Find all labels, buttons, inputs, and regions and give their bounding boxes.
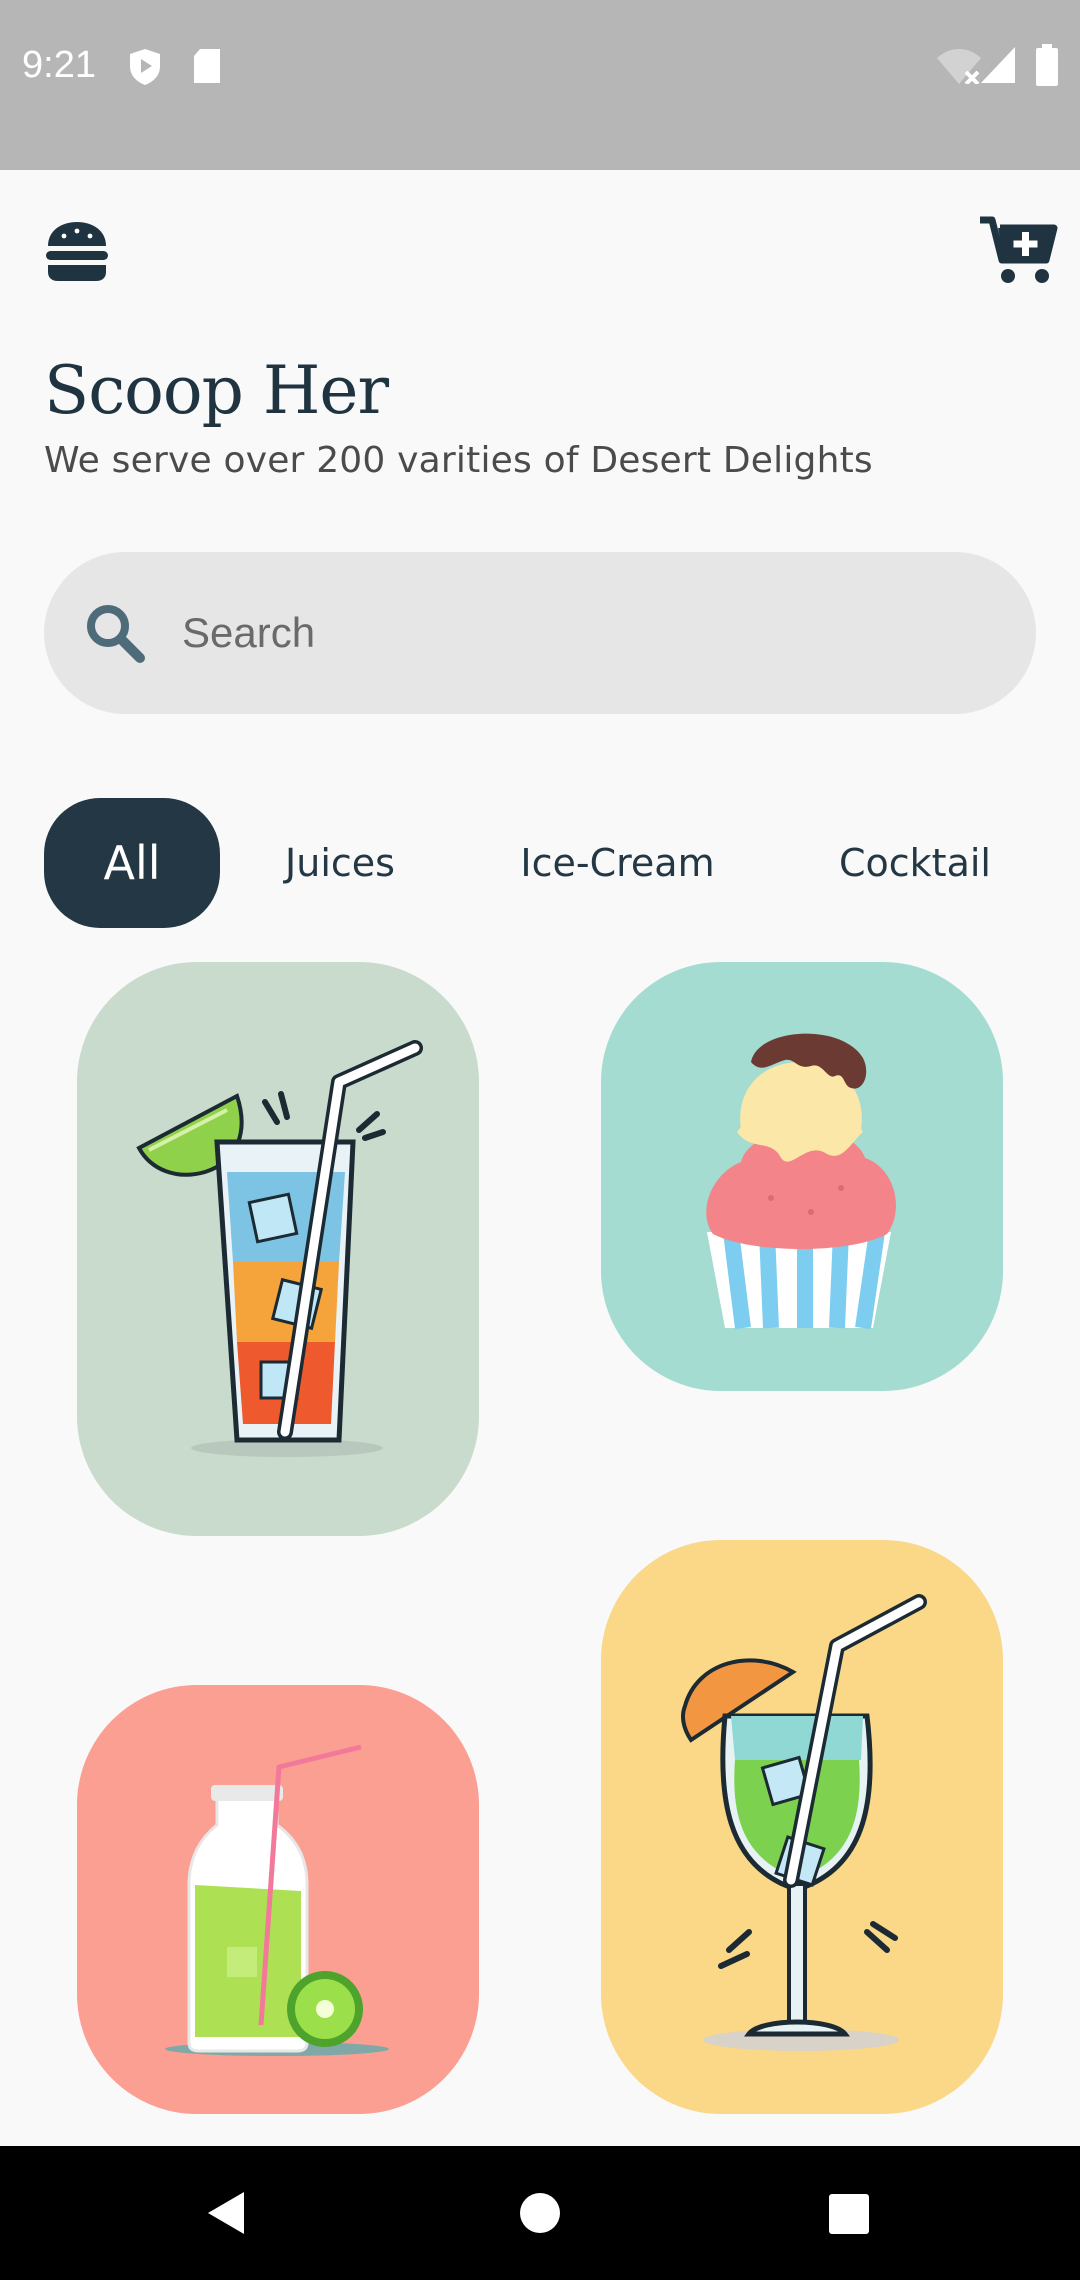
product-card-orange-soda[interactable] bbox=[77, 962, 479, 1536]
home-icon[interactable] bbox=[519, 2192, 561, 2238]
status-bar: 9:21 bbox=[0, 0, 1080, 170]
signal-icon bbox=[980, 46, 1016, 88]
sd-card-icon bbox=[192, 48, 222, 88]
battery-icon bbox=[1036, 44, 1058, 90]
juice-bottle-illustration bbox=[165, 1744, 389, 2056]
recents-icon[interactable] bbox=[829, 2194, 869, 2238]
tab-ice-cream[interactable]: Ice-Cream bbox=[500, 798, 735, 928]
search-input[interactable] bbox=[182, 592, 982, 674]
product-card-ice-cream[interactable] bbox=[601, 962, 1003, 1391]
page-title: Scoop Her bbox=[44, 352, 389, 429]
tab-all[interactable]: All bbox=[44, 798, 220, 928]
search-icon bbox=[84, 602, 146, 664]
search-bar[interactable] bbox=[44, 552, 1036, 714]
ice-cream-illustration bbox=[706, 1033, 896, 1330]
soda-glass-illustration bbox=[136, 1040, 423, 1457]
tab-cocktail[interactable]: Cocktail bbox=[812, 798, 1018, 928]
status-time: 9:21 bbox=[22, 44, 96, 86]
back-icon[interactable] bbox=[206, 2190, 246, 2240]
page-subtitle: We serve over 200 varities of Desert Del… bbox=[44, 440, 873, 481]
shield-play-icon bbox=[128, 48, 162, 90]
product-card-green-cocktail[interactable] bbox=[601, 1540, 1003, 2114]
wifi-off-icon bbox=[936, 48, 982, 88]
cocktail-illustration bbox=[681, 1594, 927, 2051]
tab-juices[interactable]: Juices bbox=[250, 798, 430, 928]
product-card-lime-juice[interactable] bbox=[77, 1685, 479, 2114]
system-nav-bar bbox=[0, 2146, 1080, 2280]
cart-add-icon[interactable] bbox=[978, 214, 1058, 286]
burger-menu-icon[interactable] bbox=[44, 222, 110, 282]
